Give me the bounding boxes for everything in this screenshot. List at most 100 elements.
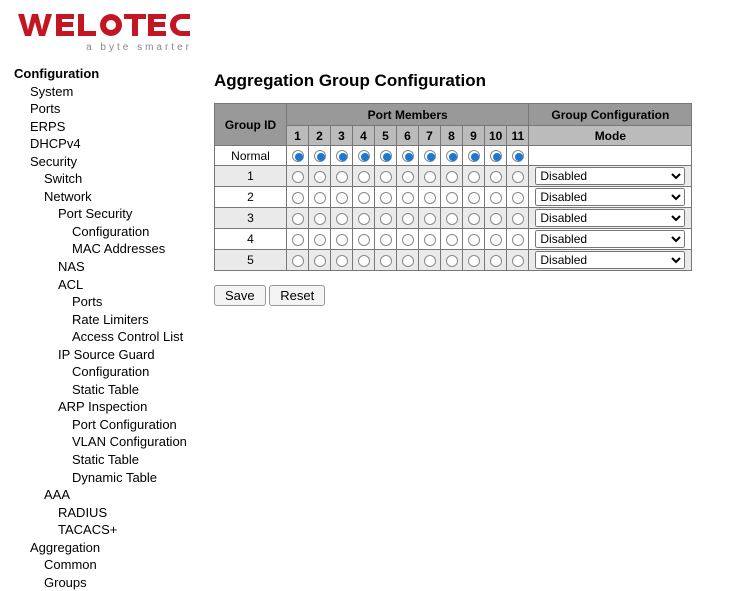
nav-item[interactable]: ARP Inspection <box>58 399 147 414</box>
port-radio[interactable] <box>512 150 524 162</box>
mode-select[interactable]: Disabled <box>535 230 685 248</box>
port-radio[interactable] <box>292 255 304 267</box>
mode-select[interactable]: Disabled <box>535 167 685 185</box>
nav-item[interactable]: AAA <box>44 487 70 502</box>
port-radio[interactable] <box>314 171 326 183</box>
port-radio[interactable] <box>424 255 436 267</box>
port-radio[interactable] <box>402 192 414 204</box>
nav-item[interactable]: Switch <box>44 171 82 186</box>
port-radio[interactable] <box>446 171 458 183</box>
port-radio[interactable] <box>336 255 348 267</box>
nav-item[interactable]: Security <box>30 154 77 169</box>
port-radio[interactable] <box>358 171 370 183</box>
port-radio[interactable] <box>446 255 458 267</box>
port-radio[interactable] <box>490 192 502 204</box>
nav-item[interactable]: Port Configuration <box>72 417 177 432</box>
port-radio[interactable] <box>446 234 458 246</box>
port-radio[interactable] <box>402 150 414 162</box>
port-radio[interactable] <box>292 171 304 183</box>
port-radio[interactable] <box>424 213 436 225</box>
port-radio[interactable] <box>380 150 392 162</box>
mode-select[interactable]: Disabled <box>535 188 685 206</box>
nav-item[interactable]: Common <box>44 557 97 572</box>
port-radio[interactable] <box>402 255 414 267</box>
port-radio[interactable] <box>336 171 348 183</box>
port-radio[interactable] <box>512 171 524 183</box>
port-radio[interactable] <box>314 150 326 162</box>
port-radio[interactable] <box>358 150 370 162</box>
port-radio[interactable] <box>490 234 502 246</box>
port-radio[interactable] <box>512 255 524 267</box>
port-radio[interactable] <box>314 234 326 246</box>
nav-item[interactable]: Aggregation <box>30 540 100 555</box>
port-radio[interactable] <box>292 150 304 162</box>
port-radio[interactable] <box>380 213 392 225</box>
port-radio[interactable] <box>380 255 392 267</box>
reset-button[interactable]: Reset <box>269 285 325 306</box>
port-radio[interactable] <box>358 255 370 267</box>
mode-select[interactable]: Disabled <box>535 251 685 269</box>
port-radio[interactable] <box>314 192 326 204</box>
port-radio[interactable] <box>468 150 480 162</box>
nav-root[interactable]: Configuration <box>14 65 206 83</box>
nav-item[interactable]: Ports <box>72 294 102 309</box>
port-radio[interactable] <box>424 171 436 183</box>
nav-item[interactable]: Dynamic Table <box>72 470 157 485</box>
port-radio[interactable] <box>358 192 370 204</box>
port-radio[interactable] <box>446 150 458 162</box>
port-radio[interactable] <box>336 213 348 225</box>
nav-item[interactable]: NAS <box>58 259 85 274</box>
nav-item[interactable]: ERPS <box>30 119 65 134</box>
nav-item[interactable]: Ports <box>30 101 60 116</box>
nav-item[interactable]: System <box>30 84 73 99</box>
port-radio[interactable] <box>424 192 436 204</box>
nav-item[interactable]: IP Source Guard <box>58 347 155 362</box>
nav-item[interactable]: DHCPv4 <box>30 136 81 151</box>
port-radio[interactable] <box>446 192 458 204</box>
nav-item[interactable]: Port Security <box>58 206 132 221</box>
port-radio[interactable] <box>336 192 348 204</box>
port-radio[interactable] <box>402 213 414 225</box>
nav-item[interactable]: Static Table <box>72 382 139 397</box>
port-radio[interactable] <box>358 234 370 246</box>
port-radio[interactable] <box>380 234 392 246</box>
port-radio[interactable] <box>468 192 480 204</box>
port-radio[interactable] <box>292 234 304 246</box>
port-radio[interactable] <box>468 234 480 246</box>
nav-item[interactable]: RADIUS <box>58 505 107 520</box>
port-radio[interactable] <box>468 171 480 183</box>
port-radio[interactable] <box>490 213 502 225</box>
port-radio[interactable] <box>490 171 502 183</box>
nav-item[interactable]: ACL <box>58 277 83 292</box>
port-radio[interactable] <box>402 234 414 246</box>
port-radio[interactable] <box>490 150 502 162</box>
nav-item[interactable]: Access Control List <box>72 329 183 344</box>
port-radio[interactable] <box>380 171 392 183</box>
port-radio[interactable] <box>292 213 304 225</box>
port-radio[interactable] <box>314 255 326 267</box>
port-radio[interactable] <box>292 192 304 204</box>
port-radio[interactable] <box>424 234 436 246</box>
nav-item[interactable]: Configuration <box>72 224 149 239</box>
port-radio[interactable] <box>446 213 458 225</box>
nav-item[interactable]: Rate Limiters <box>72 312 149 327</box>
port-radio[interactable] <box>512 213 524 225</box>
port-radio[interactable] <box>314 213 326 225</box>
nav-item[interactable]: MAC Addresses <box>72 241 165 256</box>
save-button[interactable]: Save <box>214 285 266 306</box>
port-radio[interactable] <box>336 150 348 162</box>
port-radio[interactable] <box>512 234 524 246</box>
port-radio[interactable] <box>468 213 480 225</box>
nav-item[interactable]: Configuration <box>72 364 149 379</box>
nav-item[interactable]: Groups <box>44 575 87 590</box>
nav-item[interactable]: VLAN Configuration <box>72 434 187 449</box>
port-radio[interactable] <box>336 234 348 246</box>
nav-item[interactable]: TACACS+ <box>58 522 117 537</box>
port-radio[interactable] <box>512 192 524 204</box>
port-radio[interactable] <box>424 150 436 162</box>
port-radio[interactable] <box>358 213 370 225</box>
mode-select[interactable]: Disabled <box>535 209 685 227</box>
port-radio[interactable] <box>380 192 392 204</box>
nav-item[interactable]: Network <box>44 189 92 204</box>
port-radio[interactable] <box>468 255 480 267</box>
